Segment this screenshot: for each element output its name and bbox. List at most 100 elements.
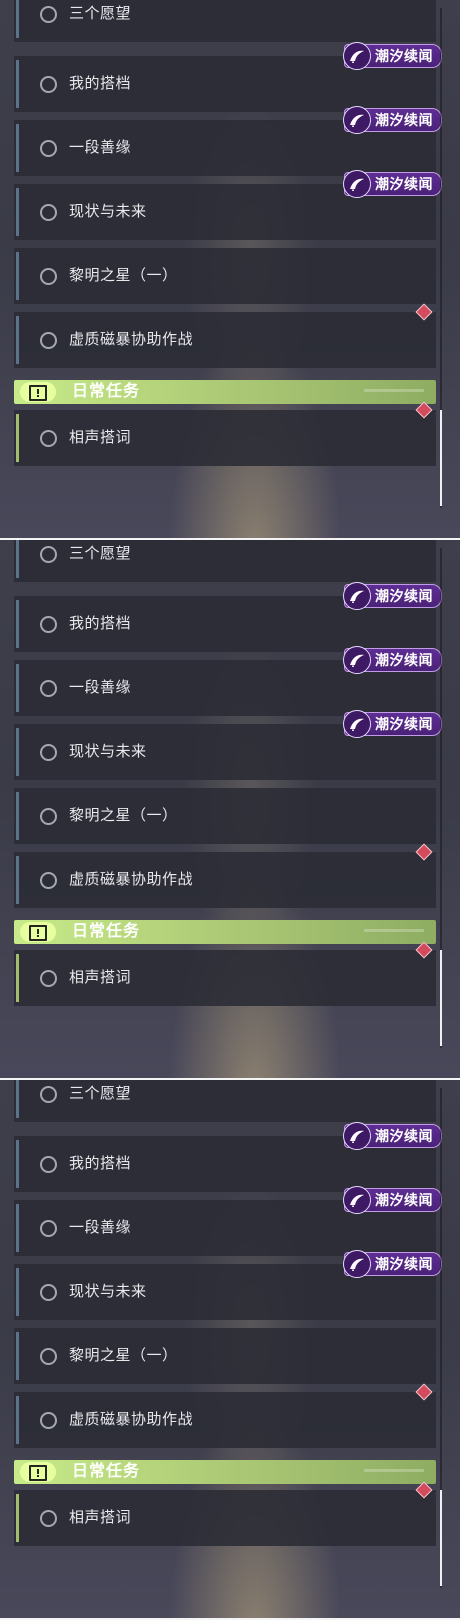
quest-row[interactable]: 黎明之星（一） — [14, 788, 436, 844]
section-title: 日常任务 — [72, 923, 141, 940]
diamond-alert-icon — [415, 843, 433, 861]
quest-row[interactable]: 现状与未来 潮汐续闻 — [14, 710, 442, 780]
quest-row[interactable]: 虚质磁暴协助作战 — [14, 1383, 436, 1448]
quest-accent-bar — [16, 1494, 19, 1542]
quest-label: 虚质磁暴协助作战 — [69, 871, 194, 888]
quest-row[interactable]: 我的搭档 潮汐续闻 — [14, 1122, 442, 1192]
quest-panel: 三个愿望 我的搭档 潮汐续闻 一段善缘 潮汐续闻 现状与未来 潮汐续闻 黎明之星（一） 虚质磁暴… — [0, 540, 460, 1080]
circle-icon — [40, 1283, 57, 1301]
quest-row[interactable]: 黎明之星（一） — [14, 248, 436, 304]
quest-row[interactable]: 三个愿望 — [14, 540, 436, 582]
quest-accent-bar — [16, 60, 19, 108]
circle-icon — [40, 1085, 57, 1103]
quest-row[interactable]: 我的搭档 潮汐续闻 — [14, 582, 442, 652]
quest-row[interactable]: 虚质磁暴协助作战 — [14, 303, 436, 368]
quest-accent-bar — [16, 540, 19, 578]
circle-icon — [40, 267, 57, 285]
tide-swirl-icon — [343, 42, 371, 70]
quest-row[interactable]: 我的搭档 潮汐续闻 — [14, 42, 442, 112]
circle-icon — [40, 615, 57, 633]
tide-event-badge: 潮汐续闻 — [343, 710, 442, 738]
circle-icon — [40, 969, 57, 987]
daily-quest-row[interactable]: 相声搭词 — [14, 1481, 436, 1546]
quest-row[interactable]: 一段善缘 潮汐续闻 — [14, 106, 442, 176]
circle-icon — [40, 1411, 57, 1429]
circle-icon — [40, 679, 57, 697]
tide-event-badge: 潮汐续闻 — [343, 106, 442, 134]
quest-label: 现状与未来 — [69, 1283, 147, 1300]
circle-icon — [40, 871, 57, 889]
quest-row[interactable]: 一段善缘 潮汐续闻 — [14, 1186, 442, 1256]
badge-label: 潮汐续闻 — [375, 112, 433, 128]
quest-row[interactable]: 一段善缘 潮汐续闻 — [14, 646, 442, 716]
circle-icon — [40, 203, 57, 221]
badge-label: 潮汐续闻 — [375, 48, 433, 64]
quest-accent-bar — [16, 792, 19, 840]
section-title: 日常任务 — [72, 1463, 141, 1480]
quest-accent-bar — [16, 1396, 19, 1444]
circle-icon — [40, 1347, 57, 1365]
badge-label: 潮汐续闻 — [375, 588, 433, 604]
section-header-daily[interactable]: 日常任务 — [14, 380, 436, 404]
exclamation-box-icon — [20, 382, 56, 402]
scrollbar-thumb[interactable] — [440, 410, 442, 506]
quest-label: 黎明之星（一） — [69, 1347, 178, 1364]
quest-label: 相声搭词 — [69, 429, 132, 446]
circle-icon — [40, 1219, 57, 1237]
exclamation-box-icon — [20, 1462, 56, 1482]
quest-list-screens: 三个愿望 我的搭档 潮汐续闻 一段善缘 潮汐续闻 现状与未来 潮汐续闻 黎明之星（一） 虚质磁暴… — [0, 0, 460, 1620]
quest-accent-bar — [16, 1204, 19, 1252]
section-decoration — [364, 929, 424, 932]
circle-icon — [40, 1155, 57, 1173]
quest-accent-bar — [16, 728, 19, 776]
quest-label: 我的搭档 — [69, 1155, 132, 1172]
quest-panel: 三个愿望 我的搭档 潮汐续闻 一段善缘 潮汐续闻现状与未来 潮汐续闻黎明之星（一） 虚质磁暴… — [0, 1080, 460, 1620]
tide-swirl-icon — [343, 1122, 371, 1150]
section-header-daily[interactable]: 日常任务 — [14, 920, 436, 944]
quest-accent-bar — [16, 1140, 19, 1188]
quest-label: 虚质磁暴协助作战 — [69, 1411, 194, 1428]
tide-swirl-icon — [343, 1186, 371, 1214]
tide-event-badge: 潮汐续闻 — [343, 1250, 442, 1278]
quest-accent-bar — [16, 414, 19, 462]
circle-icon — [40, 139, 57, 157]
badge-label: 潮汐续闻 — [375, 652, 433, 668]
quest-accent-bar — [16, 188, 19, 236]
tide-event-badge: 潮汐续闻 — [343, 42, 442, 70]
quest-label: 现状与未来 — [69, 203, 147, 220]
tide-event-badge: 潮汐续闻 — [343, 646, 442, 674]
quest-label: 黎明之星（一） — [69, 807, 178, 824]
quest-label: 一段善缘 — [69, 139, 132, 156]
circle-icon — [40, 429, 57, 447]
quest-label: 虚质磁暴协助作战 — [69, 331, 194, 348]
quest-label: 相声搭词 — [69, 1509, 132, 1526]
diamond-alert-icon — [415, 401, 433, 419]
daily-quest-row[interactable]: 相声搭词 — [14, 941, 436, 1006]
circle-icon — [40, 5, 57, 23]
quest-row[interactable]: 虚质磁暴协助作战 — [14, 843, 436, 908]
badge-label: 潮汐续闻 — [375, 716, 433, 732]
scrollbar-thumb[interactable] — [440, 950, 442, 1046]
circle-icon — [40, 1509, 57, 1527]
quest-row[interactable]: 现状与未来 潮汐续闻 — [14, 170, 442, 240]
scrollbar-thumb[interactable] — [440, 1490, 442, 1586]
section-title: 日常任务 — [72, 383, 141, 400]
quest-row[interactable]: 三个愿望 — [14, 1080, 436, 1122]
quest-accent-bar — [16, 664, 19, 712]
quest-label: 相声搭词 — [69, 969, 132, 986]
quest-row[interactable]: 黎明之星（一） — [14, 1328, 436, 1384]
badge-label: 潮汐续闻 — [375, 1256, 433, 1272]
daily-quest-row[interactable]: 相声搭词 — [14, 401, 436, 466]
diamond-alert-icon — [415, 1383, 433, 1401]
quest-accent-bar — [16, 0, 19, 38]
quest-label: 我的搭档 — [69, 615, 132, 632]
quest-accent-bar — [16, 1268, 19, 1316]
quest-accent-bar — [16, 252, 19, 300]
quest-row[interactable]: 现状与未来 潮汐续闻 — [14, 1250, 442, 1320]
circle-icon — [40, 331, 57, 349]
quest-row[interactable]: 三个愿望 — [14, 0, 436, 42]
tide-swirl-icon — [343, 106, 371, 134]
exclamation-box-icon — [20, 922, 56, 942]
section-header-daily[interactable]: 日常任务 — [14, 1460, 436, 1484]
diamond-alert-icon — [415, 303, 433, 321]
